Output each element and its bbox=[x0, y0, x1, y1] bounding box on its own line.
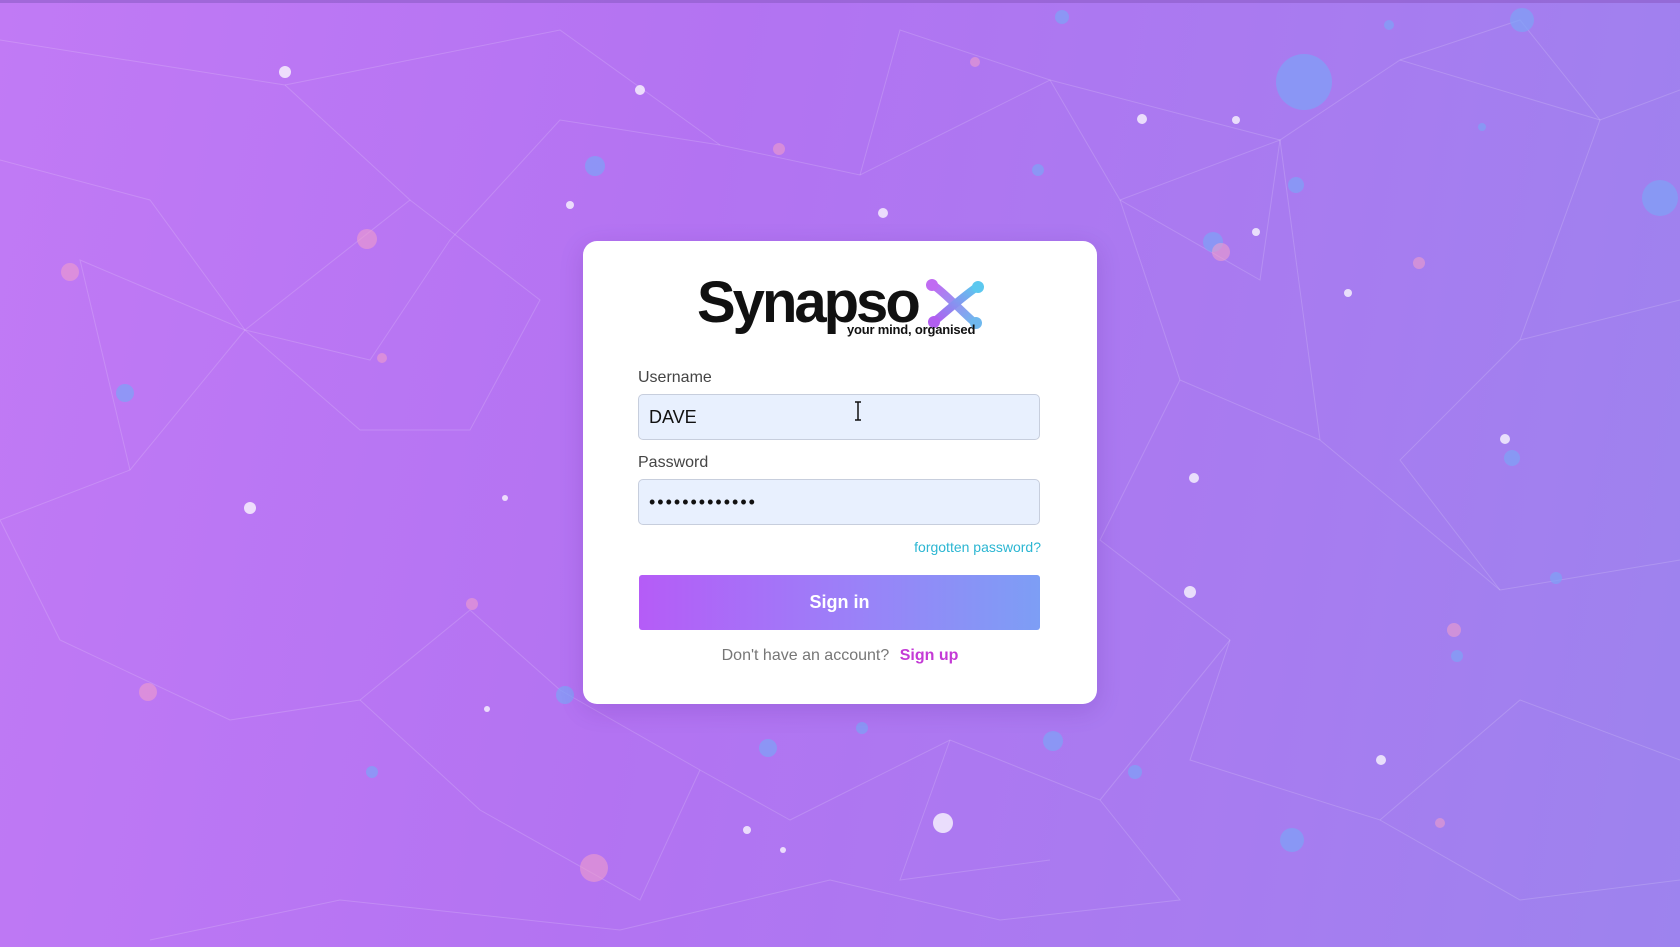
sign-up-link[interactable]: Sign up bbox=[900, 647, 959, 664]
forgotten-password-link[interactable]: forgotten password? bbox=[914, 539, 1041, 555]
username-input[interactable] bbox=[638, 394, 1040, 440]
signup-row: Don't have an account? Sign up bbox=[583, 647, 1097, 665]
text-cursor-icon bbox=[855, 401, 861, 421]
username-label: Username bbox=[638, 369, 712, 386]
sign-in-button[interactable]: Sign in bbox=[639, 575, 1040, 630]
password-label: Password bbox=[638, 454, 709, 471]
password-input[interactable] bbox=[638, 479, 1040, 525]
brand-tagline: your mind, organised bbox=[847, 322, 976, 337]
brand-logo: Synapso your mind, organised bbox=[697, 271, 997, 343]
login-card: Synapso your mind, organised Username DA… bbox=[583, 241, 1097, 704]
signup-prompt: Don't have an account? bbox=[721, 647, 890, 664]
